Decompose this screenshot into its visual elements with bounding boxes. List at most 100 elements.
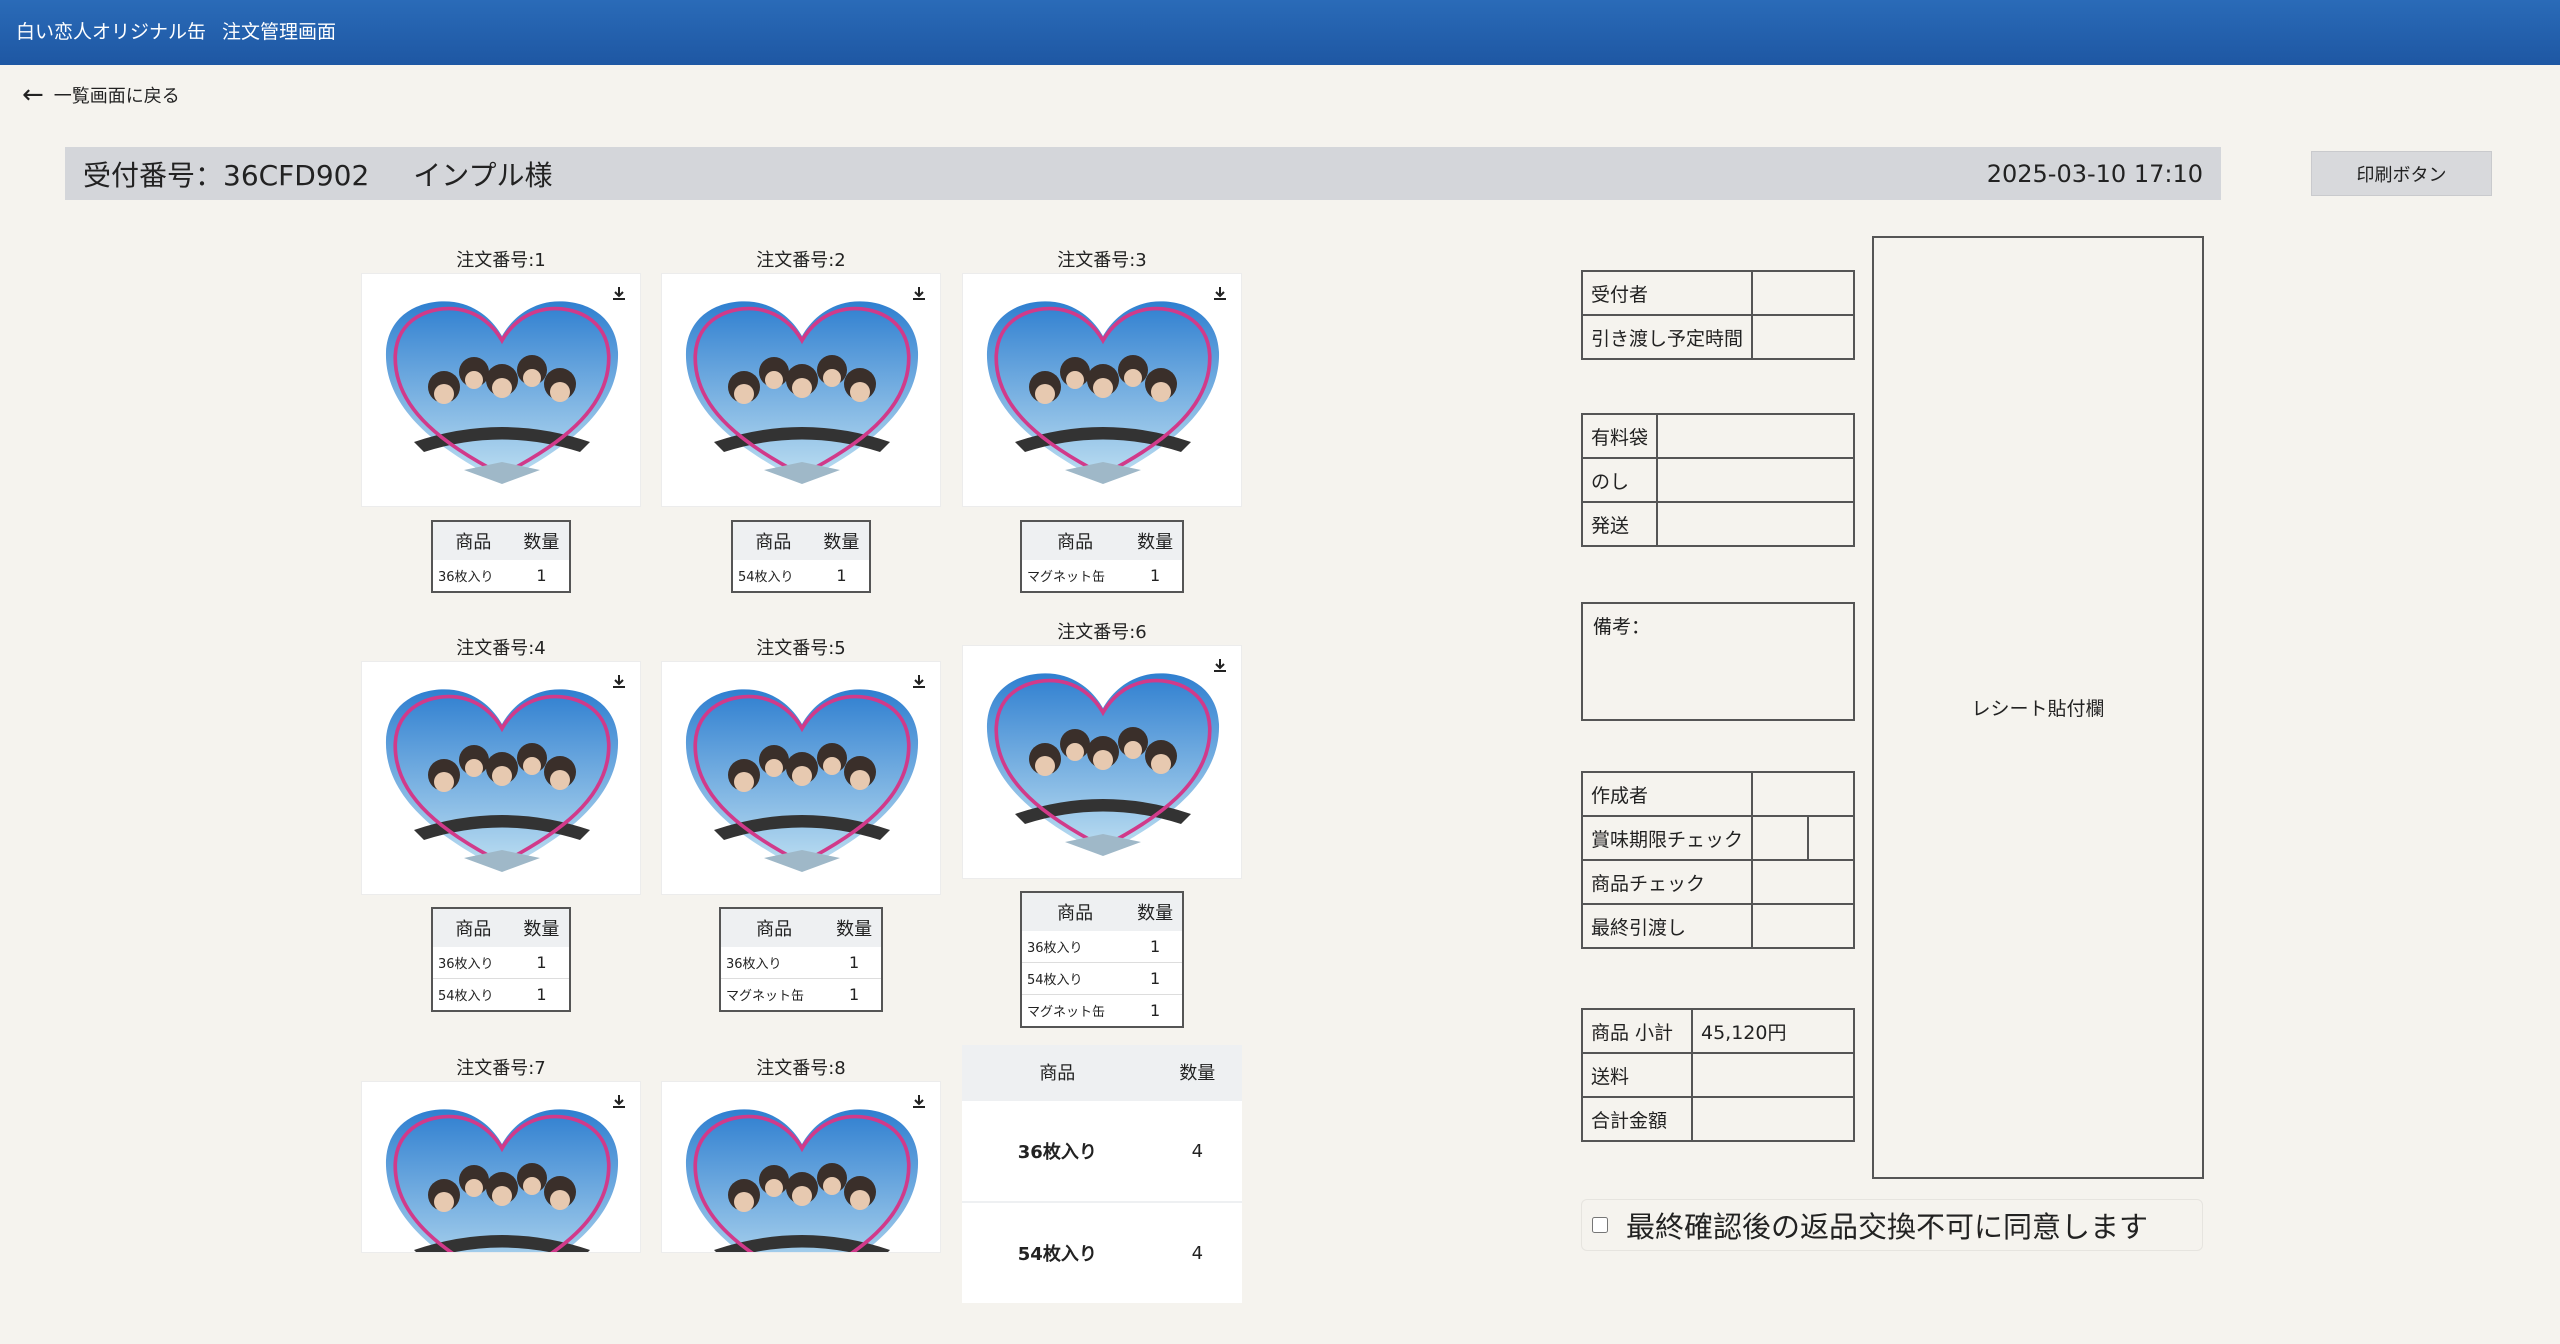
- product-header: 商品: [1021, 521, 1129, 560]
- product-check-label: 商品チェック: [1580, 859, 1754, 905]
- bag-field[interactable]: [1656, 413, 1855, 459]
- handover-time-label: 引き渡し予定時間: [1580, 314, 1754, 360]
- options-table: 有料袋 のし 発送: [1580, 413, 1855, 547]
- receiver-label: 受付者: [1580, 270, 1754, 316]
- app-header: 白い恋人オリジナル缶 注文管理画面: [0, 0, 2560, 65]
- creator-field[interactable]: [1751, 771, 1855, 817]
- download-icon[interactable]: [910, 284, 928, 302]
- item-qty: 1: [513, 978, 570, 1011]
- order-number-label: 注文番号:4: [456, 638, 546, 659]
- product-header: 商品: [1021, 892, 1129, 931]
- summary-qty: 4: [1152, 1099, 1242, 1202]
- order-items-table: 商品 数量 36枚入り 1 54枚入り 1: [431, 907, 571, 1012]
- remarks-label: 備考：: [1593, 616, 1651, 638]
- summary-table: 商品 数量 36枚入り 4 54枚入り 4: [962, 1045, 1242, 1303]
- order-number-label: 注文番号:5: [756, 638, 846, 659]
- print-button[interactable]: 印刷ボタン: [2311, 151, 2492, 196]
- check-table: 作成者 賞味期限チェック 商品チェック 最終引渡し: [1580, 771, 1855, 949]
- screen-name: 注文管理画面: [222, 21, 337, 43]
- handover-time-field[interactable]: [1751, 314, 1855, 360]
- heart-can-design-image: [685, 1109, 919, 1252]
- order-design-preview: [361, 273, 641, 507]
- arrow-left-icon: ←: [22, 80, 44, 110]
- download-icon[interactable]: [910, 1092, 928, 1110]
- expiry-check-field-2[interactable]: [1807, 815, 1855, 861]
- order-number-label: 注文番号:2: [756, 250, 846, 271]
- order-number-label: 注文番号:8: [756, 1058, 846, 1079]
- item-qty: 1: [536, 953, 547, 972]
- postage-field[interactable]: [1691, 1052, 1855, 1098]
- summary-header-product: 商品: [962, 1045, 1153, 1100]
- order-number-label: 注文番号:6: [1057, 622, 1147, 643]
- remarks-box[interactable]: 備考：: [1581, 602, 1855, 721]
- product-header: 商品: [432, 908, 514, 947]
- final-handover-field[interactable]: [1751, 903, 1855, 949]
- qty-header: 数量: [513, 521, 570, 560]
- table-row: マグネット缶 1: [720, 978, 882, 1011]
- noshi-field[interactable]: [1656, 457, 1855, 503]
- receiver-field[interactable]: [1751, 270, 1855, 316]
- item-name: 36枚入り: [726, 957, 782, 972]
- download-icon[interactable]: [1211, 284, 1229, 302]
- item-name: マグネット缶: [720, 978, 828, 1011]
- back-link-label: 一覧画面に戻る: [53, 86, 180, 107]
- expiry-check-field-1[interactable]: [1751, 815, 1810, 861]
- heart-can-design-image: [986, 301, 1220, 484]
- summary-product: 36枚入り: [962, 1099, 1153, 1202]
- order-items-table: 商品 数量 36枚入り 1 マグネット缶 1: [719, 907, 883, 1012]
- item-qty: 1: [536, 566, 547, 585]
- receipt-attach-label: レシート貼付欄: [1971, 698, 2105, 720]
- product-header: 商品: [720, 908, 828, 947]
- noshi-label: のし: [1580, 457, 1659, 503]
- receiver-table: 受付者 引き渡し予定時間: [1580, 270, 1855, 360]
- expiry-check-label: 賞味期限チェック: [1580, 815, 1754, 861]
- app-name: 白い恋人オリジナル缶: [16, 21, 207, 43]
- download-icon[interactable]: [610, 1092, 628, 1110]
- total-field[interactable]: [1691, 1096, 1855, 1142]
- download-icon[interactable]: [610, 672, 628, 690]
- item-qty: 1: [1128, 994, 1183, 1027]
- table-row: 36枚入り 1: [720, 947, 882, 979]
- heart-can-design-image: [385, 689, 619, 872]
- download-icon[interactable]: [610, 284, 628, 302]
- order-design-preview: [361, 661, 641, 895]
- qty-header: 数量: [1128, 521, 1183, 560]
- table-row: 54枚入り 1: [432, 978, 570, 1011]
- agreement-checkbox[interactable]: [1592, 1217, 1608, 1233]
- qty-header: 数量: [813, 521, 870, 560]
- customer-name: インプル様: [413, 158, 553, 192]
- back-link[interactable]: ← 一覧画面に戻る: [22, 82, 180, 108]
- postage-label: 送料: [1581, 1052, 1693, 1098]
- order-items-table: 商品 数量 36枚入り 1: [431, 520, 571, 593]
- agreement-row[interactable]: 最終確認後の返品交換不可に同意します: [1581, 1199, 2203, 1251]
- download-icon[interactable]: [1211, 656, 1229, 674]
- bag-label: 有料袋: [1580, 413, 1659, 459]
- download-icon[interactable]: [910, 672, 928, 690]
- receipt-title-bar: 受付番号：36CFD902 インプル様 2025-03-10 17:10: [65, 147, 2221, 200]
- summary-product: 54枚入り: [962, 1201, 1153, 1303]
- order-items-table: 商品 数量 36枚入り 1 54枚入り 1 マグネット缶 1: [1020, 891, 1184, 1028]
- item-name: 54枚入り: [432, 978, 514, 1011]
- order-design-preview: [361, 1081, 641, 1253]
- shipping-field[interactable]: [1656, 501, 1855, 547]
- table-row: 54枚入り 4: [962, 1201, 1242, 1303]
- item-name: マグネット缶: [1021, 994, 1129, 1027]
- product-check-field[interactable]: [1751, 859, 1855, 905]
- table-row: 54枚入り 1: [732, 560, 870, 592]
- item-qty: 1: [849, 953, 860, 972]
- heart-can-design-image: [385, 1109, 619, 1252]
- summary-header-qty: 数量: [1152, 1045, 1242, 1100]
- item-qty: 1: [836, 566, 847, 585]
- order-items-table: 商品 数量 54枚入り 1: [731, 520, 871, 593]
- order-items-table: 商品 数量 マグネット缶 1: [1020, 520, 1184, 593]
- order-design-preview: [661, 273, 941, 507]
- item-qty: 1: [1150, 566, 1161, 585]
- item-qty: 1: [1150, 937, 1161, 956]
- order-design-preview: [962, 273, 1242, 507]
- receipt-datetime: 2025-03-10 17:10: [1986, 159, 2203, 188]
- item-name: 54枚入り: [1021, 962, 1129, 995]
- order-number-label: 注文番号:3: [1057, 250, 1147, 271]
- heart-can-design-image: [685, 689, 919, 872]
- heart-can-design-image: [986, 673, 1220, 856]
- heart-can-design-image: [685, 301, 919, 484]
